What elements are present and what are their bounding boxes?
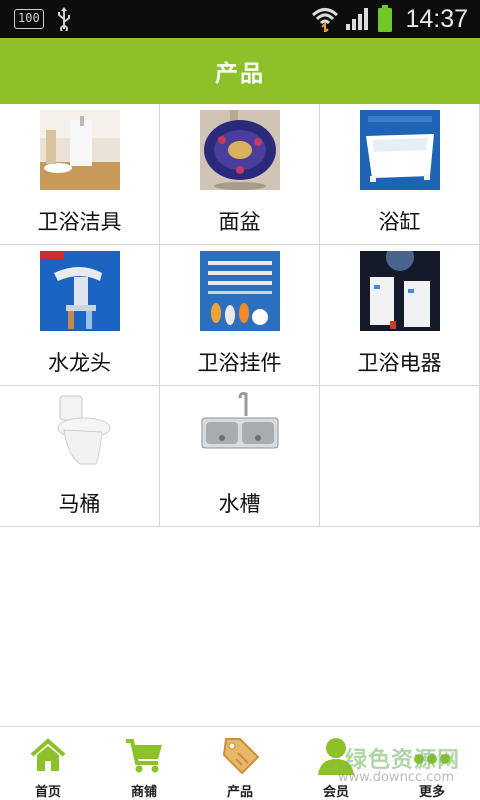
- product-item-empty: [320, 386, 480, 527]
- clock: 14:37: [405, 4, 468, 33]
- product-label: 水龙头: [48, 351, 111, 375]
- product-label: 卫浴洁具: [37, 210, 122, 234]
- sink-thumb: [199, 392, 280, 472]
- nav-label: 首页: [34, 785, 61, 800]
- product-item-sink[interactable]: 水槽: [160, 386, 320, 527]
- battery-percent-badge: 100: [14, 9, 44, 29]
- cart-icon: [126, 739, 162, 773]
- bathroom-appliance-thumb: [359, 251, 440, 331]
- product-label: 卫浴挂件: [197, 351, 282, 375]
- toilet-thumb: [39, 392, 120, 472]
- product-item-bathroom-appliance[interactable]: 卫浴电器: [320, 245, 480, 386]
- status-bar: 100 14:37: [0, 0, 480, 38]
- page-title: 产品: [215, 61, 265, 87]
- usb-icon: [57, 7, 70, 31]
- status-bar-left: 100: [14, 7, 72, 31]
- product-item-faucet[interactable]: 水龙头: [0, 245, 160, 386]
- product-item-bathtub[interactable]: 浴缸: [320, 104, 480, 245]
- nav-item-products[interactable]: 产品: [192, 727, 288, 800]
- product-label: 水槽: [218, 492, 261, 516]
- tag-icon: [222, 738, 260, 775]
- bathroom-fixtures-thumb: [39, 110, 120, 190]
- battery-icon: [378, 5, 393, 32]
- product-item-basin[interactable]: 面盆: [160, 104, 320, 245]
- faucet-thumb: [39, 251, 120, 331]
- signal-icon: [346, 8, 369, 30]
- home-icon: [30, 738, 66, 771]
- bathtub-thumb: [359, 110, 440, 190]
- nav-label: 商铺: [130, 785, 157, 800]
- basin-thumb: [199, 110, 280, 190]
- product-grid: 卫浴洁具 面盆 浴缸 水龙头 卫浴挂件 卫浴电器 马桶 水槽: [0, 104, 480, 527]
- wifi-icon: [312, 8, 339, 32]
- product-item-toilet[interactable]: 马桶: [0, 386, 160, 527]
- bathroom-rack-thumb: [199, 251, 280, 331]
- title-bar: 产品: [0, 38, 480, 104]
- product-label: 卫浴电器: [357, 351, 442, 375]
- nav-item-home[interactable]: 首页: [0, 727, 96, 800]
- nav-label: 产品: [226, 785, 253, 800]
- product-label: 浴缸: [378, 210, 421, 234]
- product-label: 面盆: [218, 210, 261, 234]
- status-bar-right: 14:37: [311, 5, 468, 34]
- product-label: 马桶: [58, 492, 101, 516]
- product-item-bathroom-fixtures[interactable]: 卫浴洁具: [0, 104, 160, 245]
- product-item-bathroom-rack[interactable]: 卫浴挂件: [160, 245, 320, 386]
- nav-item-shop[interactable]: 商铺: [96, 727, 192, 800]
- watermark-url: www.downcc.com: [337, 770, 454, 785]
